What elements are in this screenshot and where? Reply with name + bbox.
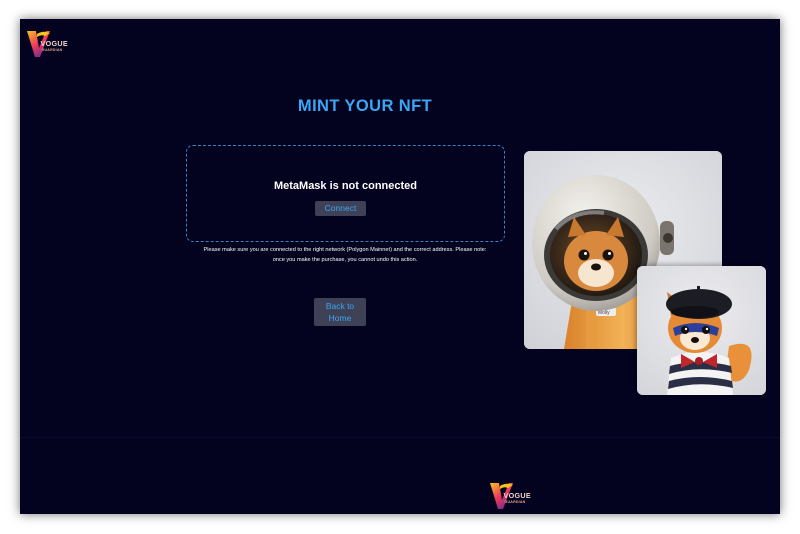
suit-name-tag: Molly	[598, 310, 610, 316]
page-title: MINT YOUR NFT	[297, 97, 433, 115]
brand-tagline: GUARDIAN	[42, 48, 63, 52]
brand-tagline: GUARDIAN	[505, 500, 526, 504]
wallet-status-text: MetaMask is not connected	[273, 180, 418, 192]
footer-divider	[20, 437, 780, 438]
brand-name: VOGUE	[41, 39, 68, 48]
back-to-home-button[interactable]: Back to Home	[314, 298, 366, 326]
purchase-notice: Please make sure you are connected to th…	[184, 246, 506, 265]
artist-dog-illustration	[637, 266, 766, 395]
mint-page: VOGUE GUARDIAN MINT YOUR NFT MetaMask is…	[20, 19, 780, 514]
notice-line: Please make sure you are connected to th…	[203, 247, 487, 253]
nft-preview-artist-dog	[637, 266, 766, 395]
vogue-guardian-logo-icon[interactable]: VOGUE GUARDIAN	[26, 29, 68, 59]
connect-wallet-button[interactable]: Connect	[315, 201, 366, 216]
back-button-label-line: Home	[328, 313, 352, 323]
wallet-status-panel: MetaMask is not connected Connect	[186, 145, 505, 242]
notice-line: once you make the purchase, you cannot u…	[272, 256, 418, 263]
brand-name: VOGUE	[504, 491, 531, 500]
back-button-label-line: Back to	[325, 301, 355, 311]
vogue-guardian-logo-icon[interactable]: VOGUE GUARDIAN	[487, 481, 533, 511]
